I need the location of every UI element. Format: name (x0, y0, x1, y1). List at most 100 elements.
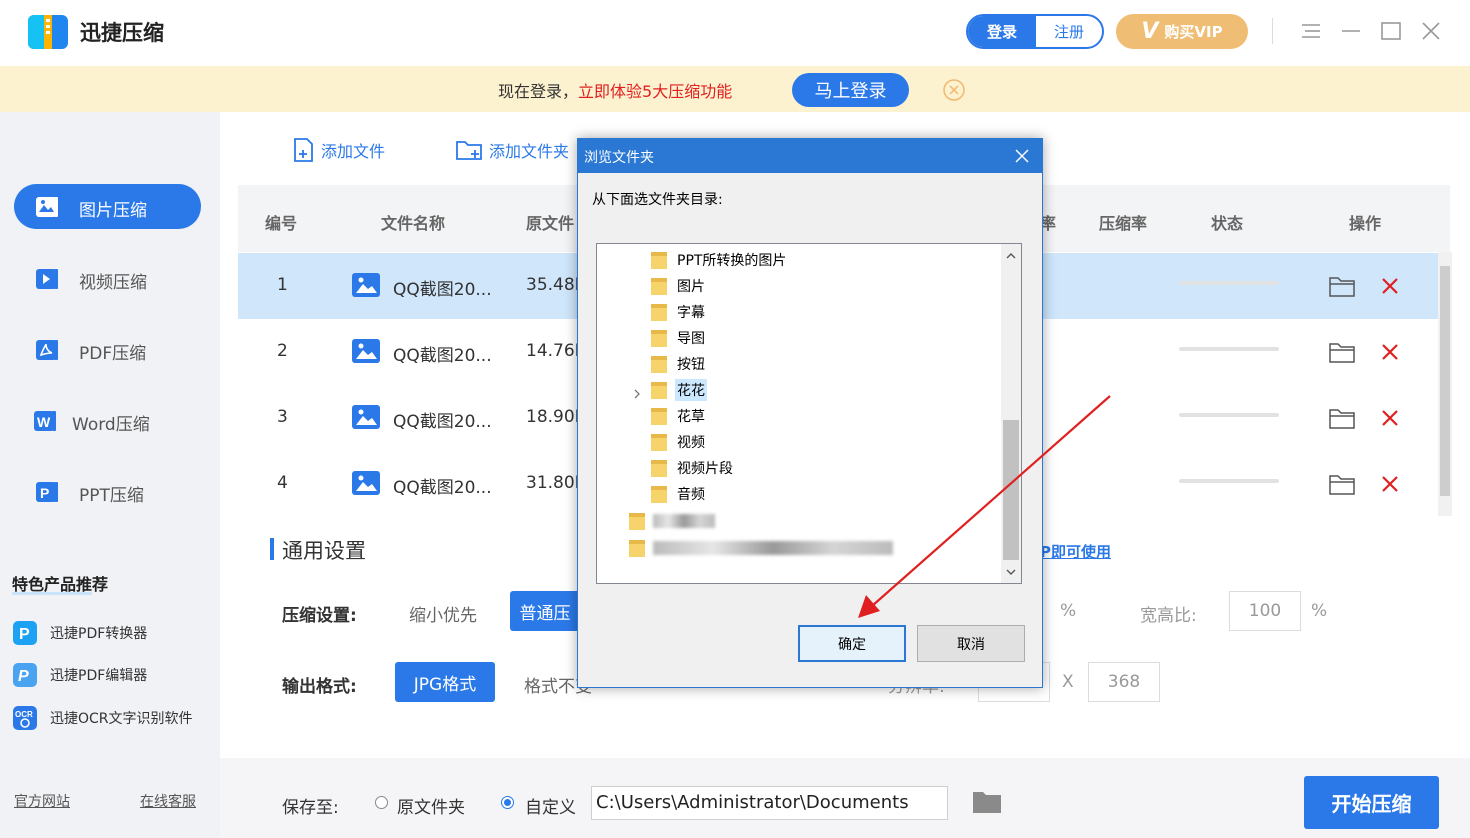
auth-toggle: 登录 注册 (966, 14, 1104, 49)
dialog-close-icon[interactable] (1014, 148, 1030, 164)
vip-only-link[interactable]: P即可使用 (1040, 541, 1111, 562)
banner-close-icon[interactable] (942, 78, 966, 102)
expand-chevron-icon[interactable] (631, 388, 643, 400)
aspect-ratio-input[interactable]: 100 (1229, 591, 1301, 631)
tree-folder-item[interactable]: 视频片段 (651, 456, 735, 480)
tree-folder-item[interactable]: 图片 (651, 274, 707, 298)
tree-folder-item[interactable]: 花草 (651, 404, 707, 428)
radio-original-folder-label[interactable]: 原文件夹 (397, 793, 465, 818)
radio-custom-folder-label[interactable]: 自定义 (525, 793, 576, 818)
pdf-converter-icon: P (13, 621, 37, 645)
app-window: 迅捷压缩 登录 注册 V 购买VIP 现在登录，立即体验5大压缩功能 马上登录 … (0, 0, 1470, 838)
open-folder-icon[interactable] (1329, 473, 1355, 495)
minimize-icon[interactable] (1338, 18, 1364, 44)
menu-icon[interactable] (1298, 18, 1324, 44)
close-icon[interactable] (1418, 18, 1444, 44)
tree-folder-item-redacted[interactable] (629, 509, 715, 533)
delete-icon[interactable] (1381, 475, 1399, 493)
tree-scrollbar[interactable] (1001, 244, 1021, 583)
official-website-link[interactable]: 官方网站 (14, 791, 70, 811)
banner-login-button[interactable]: 马上登录 (792, 73, 909, 107)
tree-folder-item[interactable]: 字幕 (651, 300, 707, 324)
dialog-ok-button[interactable]: 确定 (798, 625, 906, 662)
banner-message-prefix: 现在登录， (498, 82, 579, 101)
image-file-icon (352, 405, 380, 429)
col-rate-header: 压缩率 (1099, 214, 1148, 233)
radio-original-folder[interactable] (375, 796, 388, 809)
image-icon (36, 197, 58, 217)
row-index: 4 (277, 473, 288, 493)
sidebar-item-label: PDF压缩 (79, 344, 147, 364)
tree-folder-label: 字幕 (677, 305, 705, 321)
sidebar-item-label: 视频压缩 (79, 273, 147, 293)
open-folder-icon[interactable] (1329, 341, 1355, 363)
register-button[interactable]: 注册 (1036, 16, 1102, 47)
browse-folder-icon[interactable] (972, 790, 1002, 814)
start-compress-button[interactable]: 开始压缩 (1304, 776, 1439, 829)
dialog-cancel-button[interactable]: 取消 (917, 625, 1025, 662)
option-size-priority[interactable]: 缩小优先 (409, 601, 477, 626)
tree-folder-item-selected[interactable]: 花花 (651, 378, 707, 402)
folder-icon (651, 486, 667, 503)
save-to-label: 保存至: (282, 798, 339, 818)
tree-folder-label: PPT所转换的图片 (677, 253, 787, 269)
login-button[interactable]: 登录 (968, 16, 1036, 47)
delete-icon[interactable] (1381, 277, 1399, 295)
folder-tree[interactable]: PPT所转换的图片 图片 字幕 导图 按钮 花花 花草 视频 视频片段 音频 (596, 243, 1022, 584)
delete-icon[interactable] (1381, 409, 1399, 427)
product-pdf-converter[interactable]: P 迅捷PDF转换器 (12, 620, 147, 646)
folder-icon (629, 540, 645, 557)
video-icon (36, 269, 58, 289)
tree-folder-item[interactable]: 按钮 (651, 352, 707, 376)
redacted-folder-name (653, 541, 893, 555)
delete-icon[interactable] (1381, 343, 1399, 361)
product-pdf-editor[interactable]: P 迅捷PDF编辑器 (12, 662, 147, 688)
open-folder-icon[interactable] (1329, 275, 1355, 297)
tree-scroll-thumb[interactable] (1003, 420, 1019, 560)
table-scroll-thumb[interactable] (1440, 266, 1450, 496)
aspect-ratio-label: 宽高比: (1140, 606, 1197, 626)
col-index-header: 编号 (265, 214, 298, 233)
folder-icon (651, 460, 667, 477)
folder-icon (651, 382, 667, 399)
format-jpg-button[interactable]: JPG格式 (395, 662, 495, 702)
sidebar-item-word-compress[interactable]: W Word压缩 (14, 398, 201, 443)
product-ocr[interactable]: OCR 迅捷OCR文字识别软件 (12, 705, 193, 731)
online-support-link[interactable]: 在线客服 (140, 791, 196, 811)
maximize-icon[interactable] (1378, 18, 1404, 44)
add-file-button[interactable]: 添加文件 (291, 136, 385, 164)
tree-folder-item[interactable]: 音频 (651, 482, 707, 506)
tree-folder-item[interactable]: 导图 (651, 326, 707, 350)
buy-vip-button[interactable]: V 购买VIP (1116, 14, 1248, 49)
scroll-down-icon[interactable] (1005, 566, 1017, 578)
title-bar: 迅捷压缩 登录 注册 V 购买VIP (0, 0, 1470, 66)
option-normal-compress[interactable]: 普通压 (510, 591, 580, 631)
col-name-header: 文件名称 (381, 214, 446, 233)
app-logo-icon (28, 15, 68, 49)
tree-folder-label: 视频片段 (677, 461, 733, 477)
col-size-header: 原文件 (526, 214, 575, 233)
col-status-header: 状态 (1211, 214, 1244, 233)
radio-custom-folder[interactable] (501, 796, 514, 809)
save-path-input[interactable]: C:\Users\Administrator\Documents (591, 786, 948, 820)
add-folder-icon (456, 141, 482, 160)
redacted-folder-name (653, 514, 715, 528)
row-index: 3 (277, 407, 288, 427)
sidebar-item-ppt-compress[interactable]: P PPT压缩 (14, 469, 201, 514)
add-folder-button[interactable]: 添加文件夹 (455, 136, 569, 164)
sidebar-item-pdf-compress[interactable]: PDF压缩 (14, 327, 201, 372)
app-title: 迅捷压缩 (80, 21, 164, 45)
tree-folder-item[interactable]: 视频 (651, 430, 707, 454)
open-folder-icon[interactable] (1329, 407, 1355, 429)
scroll-up-icon[interactable] (1005, 250, 1017, 262)
ocr-icon: OCR (13, 706, 37, 730)
sidebar-item-label: 图片压缩 (79, 201, 147, 221)
sidebar-item-image-compress[interactable]: 图片压缩 (14, 184, 201, 229)
sidebar-item-video-compress[interactable]: 视频压缩 (14, 256, 201, 301)
tree-folder-item[interactable]: PPT所转换的图片 (651, 248, 788, 272)
tree-folder-item-redacted[interactable] (629, 536, 893, 560)
image-file-icon (352, 471, 380, 495)
resolution-height-input[interactable]: 368 (1088, 662, 1160, 702)
tree-folder-label: 花花 (675, 379, 707, 401)
quality-unit: % (1060, 601, 1077, 621)
